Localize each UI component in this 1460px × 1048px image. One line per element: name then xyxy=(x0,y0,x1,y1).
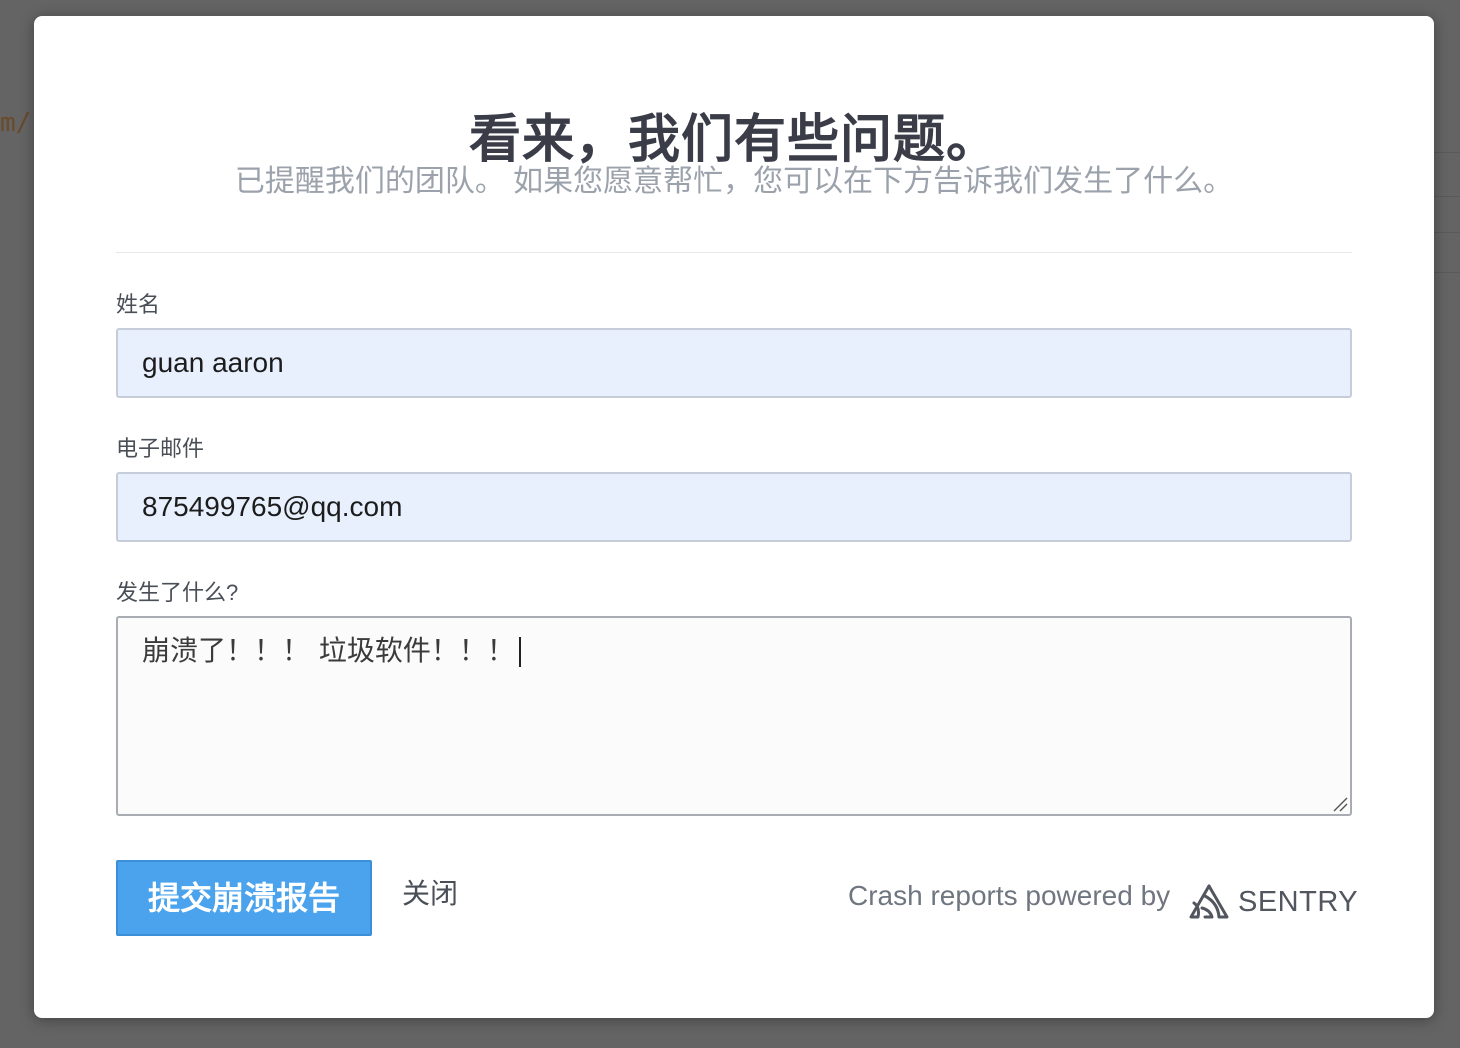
submit-crash-report-button[interactable]: 提交崩溃报告 xyxy=(116,860,372,936)
sentry-brand[interactable]: SENTRY xyxy=(1188,882,1358,922)
background-divider xyxy=(1434,152,1460,153)
header-divider xyxy=(116,252,1352,253)
dialog-subtitle: 已提醒我们的团队。 如果您愿意帮忙，您可以在下方告诉我们发生了什么。 xyxy=(234,165,1234,198)
close-button[interactable]: 关闭 xyxy=(402,876,458,912)
crash-report-dialog: 看来，我们有些问题。 已提醒我们的团队。 如果您愿意帮忙，您可以在下方告诉我们发… xyxy=(34,16,1434,1018)
name-input[interactable] xyxy=(116,328,1352,398)
text-caret xyxy=(518,637,521,667)
email-input[interactable] xyxy=(116,472,1352,542)
resize-handle-icon[interactable] xyxy=(1332,796,1348,812)
background-divider xyxy=(1434,196,1460,197)
sentry-logo-icon xyxy=(1189,884,1229,919)
name-label: 姓名 xyxy=(116,292,161,317)
comments-label: 发生了什么? xyxy=(116,580,239,605)
sentry-brand-name: SENTRY xyxy=(1238,885,1359,918)
powered-by-text: Crash reports powered by xyxy=(848,880,1171,911)
background-divider xyxy=(1434,272,1460,273)
comments-textarea[interactable]: 崩溃了！！！ 垃圾软件！！！ xyxy=(116,616,1352,816)
comments-text: 崩溃了！！！ 垃圾软件！！！ xyxy=(142,634,515,667)
email-label: 电子邮件 xyxy=(116,436,205,461)
background-divider xyxy=(1434,232,1460,233)
background-code-fragment: m/ xyxy=(0,108,32,138)
